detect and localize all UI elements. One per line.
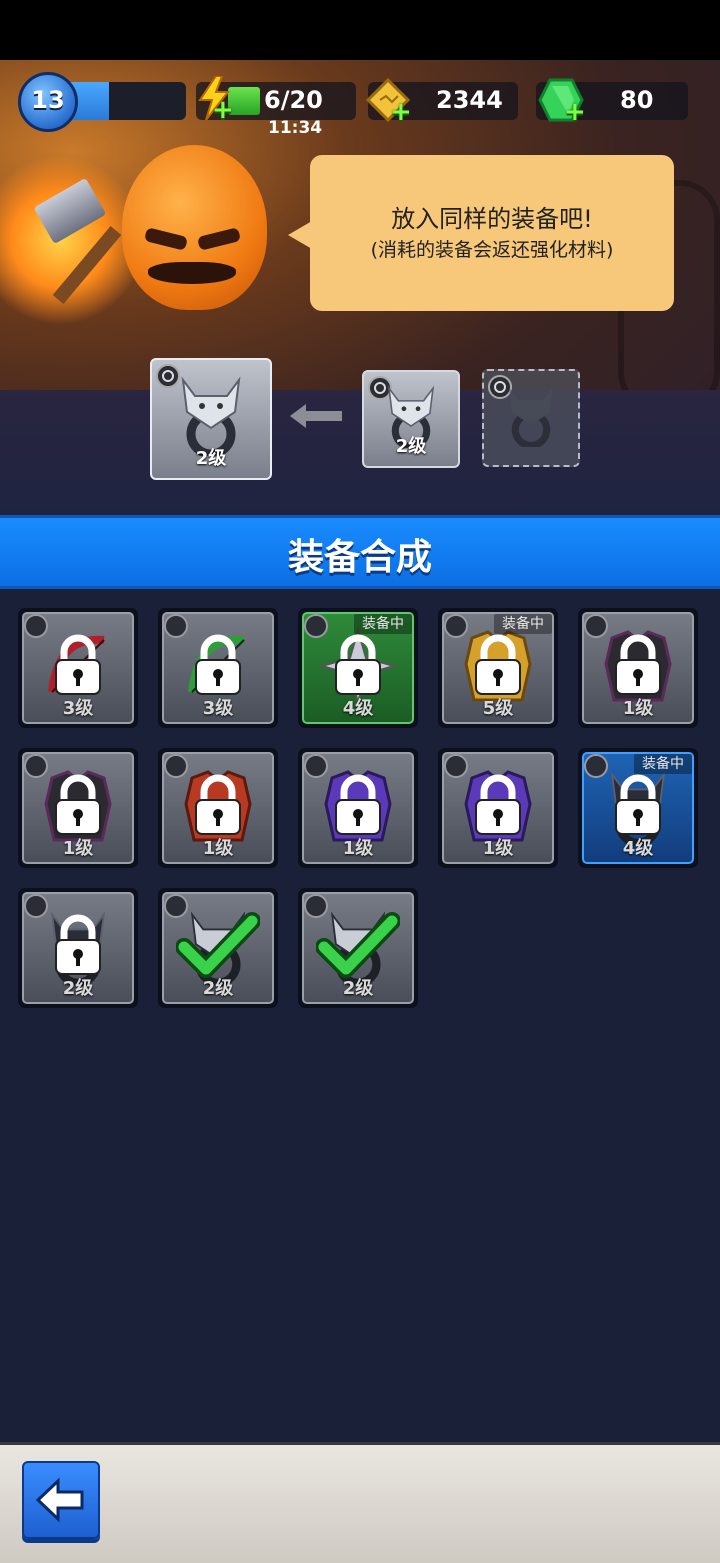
lock-icon — [50, 914, 106, 982]
item-level: 4级 — [622, 838, 654, 859]
gem-value: 80 — [620, 86, 654, 114]
lock-icon — [50, 634, 106, 702]
lock-icon — [610, 774, 666, 842]
equipment-slot[interactable]: 装备中 5级 — [438, 608, 558, 728]
result-level: 2级 — [195, 448, 227, 469]
scene-floor — [0, 390, 720, 515]
back-button[interactable] — [22, 1461, 100, 1539]
lock-icon — [190, 774, 246, 842]
page-title: 装备合成 — [287, 537, 432, 578]
equipment-slot[interactable]: 1级 — [438, 748, 558, 868]
item-level: 1级 — [342, 838, 374, 859]
add-gem-icon[interactable]: + — [564, 99, 586, 125]
material-level: 2级 — [395, 436, 427, 457]
title-banner: 装备合成 — [0, 515, 720, 589]
item-level: 1级 — [202, 838, 234, 859]
bottom-bar — [0, 1442, 720, 1563]
equipped-tag: 装备中 — [634, 754, 692, 774]
add-energy-icon[interactable]: + — [212, 97, 234, 123]
back-arrow-icon — [35, 1477, 84, 1523]
merge-result-slot[interactable]: 2级 — [150, 358, 272, 480]
item-level: 5级 — [482, 698, 514, 719]
lock-icon — [190, 634, 246, 702]
item-level: 1级 — [622, 698, 654, 719]
material-slot-empty[interactable] — [482, 369, 580, 467]
lock-icon — [470, 774, 526, 842]
status-bar — [0, 0, 720, 60]
merge-arrow-icon — [290, 404, 342, 428]
equipment-slot[interactable]: 1级 — [18, 748, 138, 868]
equipment-slot[interactable]: 3级 — [158, 608, 278, 728]
item-level: 2级 — [342, 978, 374, 999]
ring-type-icon — [584, 754, 608, 778]
equipment-slot[interactable]: 2级 — [298, 888, 418, 1008]
item-level: 3级 — [62, 698, 94, 719]
lock-icon — [50, 774, 106, 842]
weapon-type-icon — [24, 614, 48, 638]
item-level: 3级 — [202, 698, 234, 719]
speech-bubble: 放入同样的装备吧! (消耗的装备会返还强化材料) — [288, 155, 674, 311]
equipment-slot[interactable]: 1级 — [578, 608, 698, 728]
armor-type-icon — [304, 754, 328, 778]
weapon-type-icon — [164, 614, 188, 638]
speech-sub-text: (消耗的装备会返还强化材料) — [370, 239, 614, 261]
item-level: 1级 — [482, 838, 514, 859]
equipment-slot[interactable]: 装备中 4级 — [298, 608, 418, 728]
armor-type-icon — [164, 754, 188, 778]
equipment-slot[interactable]: 1级 — [298, 748, 418, 868]
item-level: 1级 — [62, 838, 94, 859]
gold-value: 2344 — [436, 86, 503, 114]
lock-icon — [470, 634, 526, 702]
equipment-slot[interactable]: 1级 — [158, 748, 278, 868]
armor-type-icon — [24, 754, 48, 778]
npc-mustache — [148, 262, 236, 284]
speech-main-text: 放入同样的装备吧! — [391, 205, 593, 233]
lock-icon — [330, 634, 386, 702]
blacksmith-npc — [122, 145, 267, 310]
item-level: 2级 — [202, 978, 234, 999]
equipped-tag: 装备中 — [354, 614, 412, 634]
armor-type-icon — [584, 614, 608, 638]
energy-timer: 11:34 — [268, 118, 323, 138]
lock-icon — [330, 774, 386, 842]
equipment-slot[interactable]: 2级 — [18, 888, 138, 1008]
energy-value: 6/20 — [264, 86, 323, 114]
add-gold-icon[interactable]: + — [390, 99, 412, 125]
equipment-slot[interactable]: 2级 — [158, 888, 278, 1008]
lock-icon — [610, 634, 666, 702]
furnace-fire — [0, 150, 140, 330]
equipment-slot[interactable]: 装备中 4级 — [578, 748, 698, 868]
player-level-badge[interactable]: 13 — [18, 72, 78, 132]
ring-type-icon — [24, 894, 48, 918]
item-level: 2级 — [62, 978, 94, 999]
weapon-type-icon — [304, 614, 328, 638]
material-slot-filled[interactable]: 2级 — [362, 370, 460, 468]
wolf-ring-silhouette-icon — [509, 387, 553, 448]
item-level: 4级 — [342, 698, 374, 719]
equipment-slot[interactable]: 3级 — [18, 608, 138, 728]
equipped-tag: 装备中 — [494, 614, 552, 634]
armor-type-icon — [444, 754, 468, 778]
armor-type-icon — [444, 614, 468, 638]
